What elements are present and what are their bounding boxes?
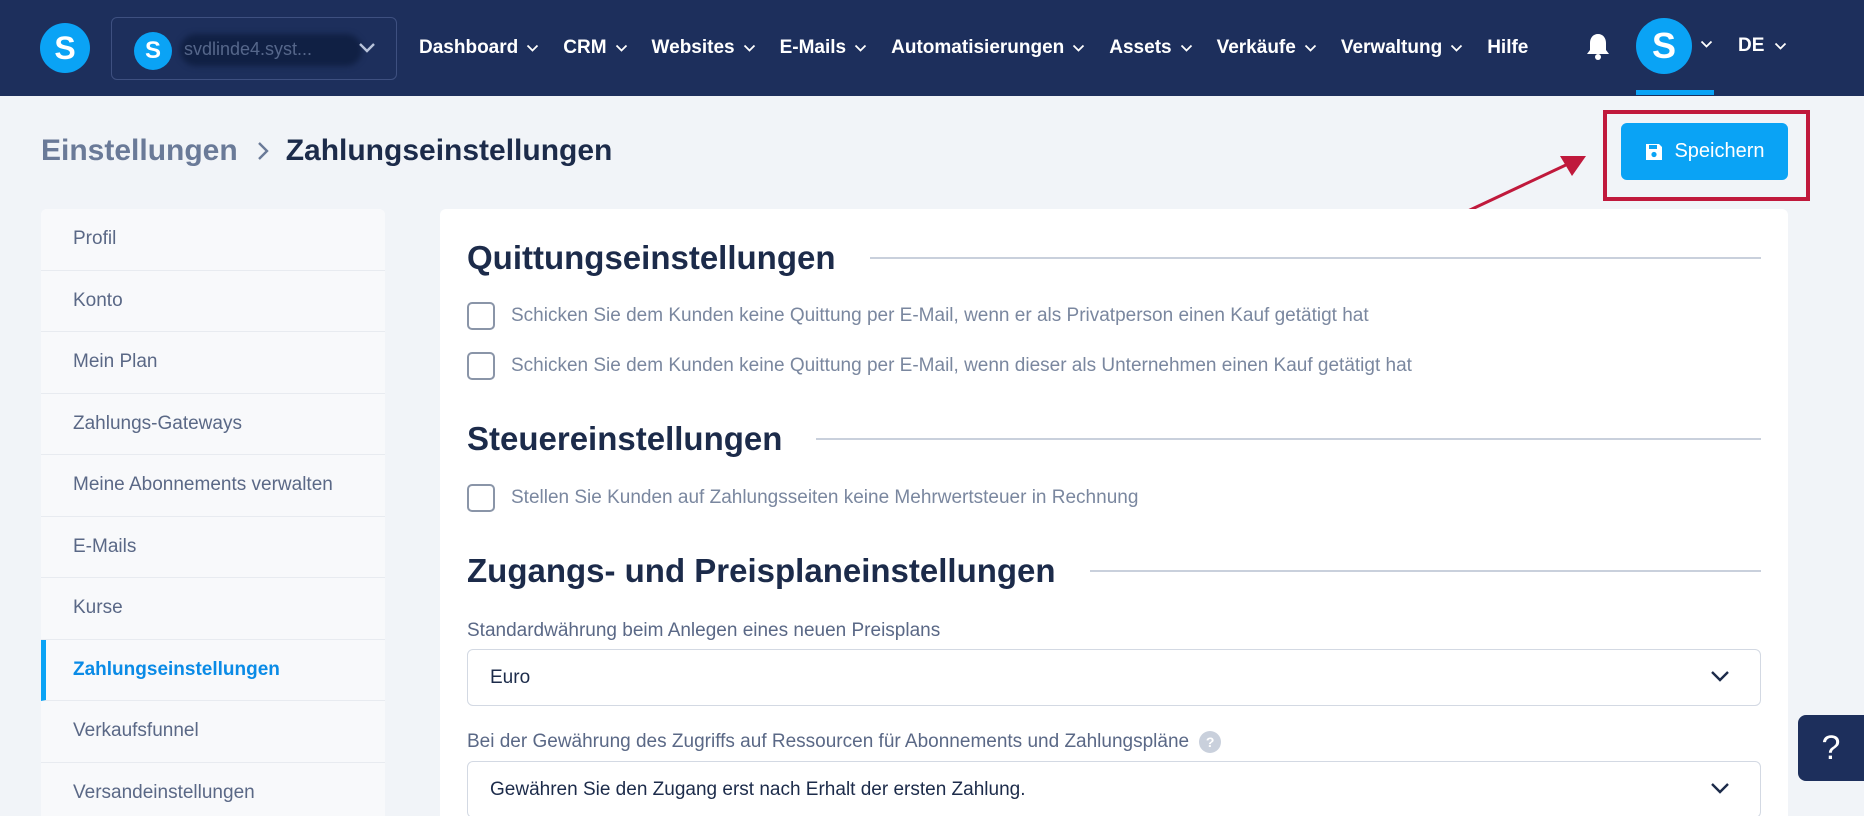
chevron-down-icon bbox=[1073, 44, 1085, 52]
checkbox-no-receipt-private[interactable] bbox=[467, 302, 495, 330]
currency-select[interactable]: Euro bbox=[467, 649, 1761, 706]
currency-value: Euro bbox=[490, 666, 531, 688]
chevron-down-icon[interactable] bbox=[1700, 40, 1713, 49]
section-title: Zugangs- und Preisplaneinstellungen bbox=[467, 552, 1056, 589]
section-divider bbox=[869, 257, 1761, 259]
grant-access-value: Gewähren Sie den Zugang erst nach Erhalt… bbox=[490, 778, 1026, 800]
section-receipts: Quittungseinstellungen bbox=[467, 239, 1761, 277]
chevron-down-icon bbox=[1711, 783, 1729, 794]
checkbox-label: Schicken Sie dem Kunden keine Quittung p… bbox=[511, 305, 1369, 326]
chevron-down-icon bbox=[527, 44, 539, 52]
currency-label: Standardwährung beim Anlegen eines neuen… bbox=[467, 620, 941, 641]
chevron-down-icon bbox=[1451, 44, 1463, 52]
help-widget-button[interactable]: ? bbox=[1798, 715, 1864, 781]
breadcrumb-parent[interactable]: Einstellungen bbox=[41, 134, 238, 168]
user-avatar[interactable]: S bbox=[1636, 18, 1692, 74]
sidebar-item-mein-plan[interactable]: Mein Plan bbox=[41, 332, 385, 394]
section-title: Quittungseinstellungen bbox=[467, 239, 836, 276]
chevron-down-icon bbox=[743, 44, 755, 52]
checkbox-label: Stellen Sie Kunden auf Zahlungsseiten ke… bbox=[511, 487, 1139, 508]
site-avatar: S bbox=[134, 32, 172, 70]
nav-assets[interactable]: Assets bbox=[1109, 37, 1192, 59]
checkbox-row[interactable]: Schicken Sie dem Kunden keine Quittung p… bbox=[467, 302, 1369, 330]
sidebar-item-zahlungseinstellungen[interactable]: Zahlungseinstellungen bbox=[41, 639, 385, 701]
chevron-down-icon bbox=[1711, 671, 1729, 682]
chevron-right-icon bbox=[256, 140, 270, 162]
checkbox-no-receipt-company[interactable] bbox=[467, 352, 495, 380]
question-mark-icon: ? bbox=[1821, 728, 1841, 767]
chevron-down-icon bbox=[1304, 44, 1316, 52]
section-divider bbox=[1089, 570, 1761, 572]
checkbox-row[interactable]: Stellen Sie Kunden auf Zahlungsseiten ke… bbox=[467, 484, 1138, 512]
nav-emails[interactable]: E-Mails bbox=[780, 37, 868, 59]
sidebar-item-kurse[interactable]: Kurse bbox=[41, 578, 385, 640]
chevron-down-icon bbox=[855, 44, 867, 52]
main-nav: Dashboard CRM Websites E-Mails Automatis… bbox=[419, 0, 1552, 96]
language-selector[interactable]: DE bbox=[1738, 35, 1787, 57]
chevron-down-icon bbox=[615, 44, 627, 52]
page-title: Zahlungseinstellungen bbox=[285, 134, 613, 167]
section-title: Steuereinstellungen bbox=[467, 420, 783, 457]
chevron-down-icon bbox=[1775, 42, 1787, 50]
breadcrumb: Einstellungen Zahlungseinstellungen bbox=[41, 134, 612, 168]
settings-panel: Quittungseinstellungen Schicken Sie dem … bbox=[440, 209, 1788, 816]
sidebar-item-emails[interactable]: E-Mails bbox=[41, 516, 385, 578]
chevron-down-icon bbox=[359, 43, 375, 53]
annotation-highlight-box bbox=[1603, 110, 1810, 201]
user-menu-active-indicator bbox=[1636, 90, 1714, 95]
nav-websites[interactable]: Websites bbox=[652, 37, 756, 59]
section-tax: Steuereinstellungen bbox=[467, 420, 1761, 458]
nav-automatisierungen[interactable]: Automatisierungen bbox=[891, 37, 1085, 59]
section-divider bbox=[816, 438, 1761, 440]
top-navbar: S S svdlinde4.syst... Dashboard CRM Webs… bbox=[0, 0, 1864, 96]
nav-verwaltung[interactable]: Verwaltung bbox=[1341, 37, 1463, 59]
site-name: svdlinde4.syst... bbox=[184, 39, 313, 59]
nav-verkaeufe[interactable]: Verkäufe bbox=[1217, 37, 1317, 59]
bell-icon[interactable] bbox=[1585, 32, 1611, 60]
nav-crm[interactable]: CRM bbox=[563, 37, 627, 59]
site-selector[interactable]: S svdlinde4.syst... bbox=[111, 17, 397, 80]
sidebar-item-verkaufsfunnel[interactable]: Verkaufsfunnel bbox=[41, 701, 385, 763]
help-icon[interactable]: ? bbox=[1199, 731, 1222, 753]
checkbox-label: Schicken Sie dem Kunden keine Quittung p… bbox=[511, 355, 1412, 376]
sidebar-item-konto[interactable]: Konto bbox=[41, 270, 385, 332]
chevron-down-icon bbox=[1180, 44, 1192, 52]
grant-access-select[interactable]: Gewähren Sie den Zugang erst nach Erhalt… bbox=[467, 761, 1761, 816]
sidebar-item-versandeinstellungen[interactable]: Versandeinstellungen bbox=[41, 762, 385, 816]
sidebar-item-zahlungs-gateways[interactable]: Zahlungs-Gateways bbox=[41, 393, 385, 455]
settings-sidebar: Profil Konto Mein Plan Zahlungs-Gateways… bbox=[41, 209, 385, 816]
app-logo[interactable]: S bbox=[40, 23, 90, 73]
nav-dashboard[interactable]: Dashboard bbox=[419, 37, 539, 59]
sidebar-item-abonnements[interactable]: Meine Abonnements verwalten bbox=[41, 455, 385, 517]
section-access: Zugangs- und Preisplaneinstellungen bbox=[467, 552, 1761, 590]
sidebar-item-profil[interactable]: Profil bbox=[41, 209, 385, 271]
checkbox-row[interactable]: Schicken Sie dem Kunden keine Quittung p… bbox=[467, 352, 1412, 380]
checkbox-no-vat[interactable] bbox=[467, 484, 495, 512]
grant-access-label: Bei der Gewährung des Zugriffs auf Resso… bbox=[467, 731, 1222, 753]
nav-hilfe[interactable]: Hilfe bbox=[1487, 37, 1528, 59]
